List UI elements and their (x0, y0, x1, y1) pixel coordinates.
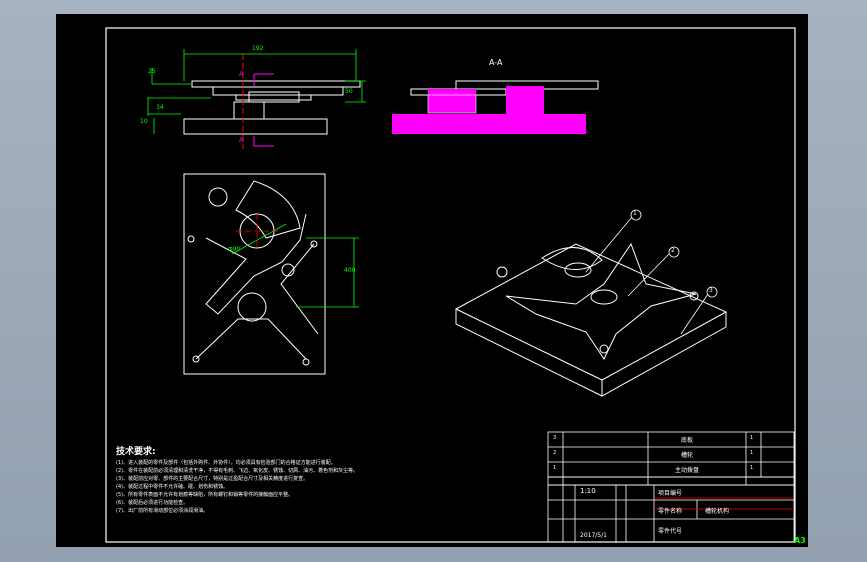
bom-header-row (547, 476, 795, 486)
balloon-3: 3 (709, 287, 713, 294)
sheet-size: A3 (794, 536, 806, 545)
date-value: 2017/5/1 (580, 532, 607, 539)
isometric-view (454, 242, 728, 397)
dim-top-width: 192 (252, 45, 264, 52)
section-marker-top: A (239, 70, 244, 78)
balloon-1: 1 (633, 210, 637, 217)
dim-left-mid: 34 (156, 104, 164, 111)
section-marker-bottom: A (239, 136, 244, 144)
tech-line-5: (5)、所有零件表面不允许有划痕等缺陷，所有螺钉和销等零件的接触面应平整。 (116, 492, 294, 498)
tech-line-3: (3)、装配前应对零、部件的主要配合尺寸，特别是过盈配合尺寸及相关精度进行复查。 (116, 476, 309, 482)
leader-lines (585, 209, 718, 335)
project-no-label: 项目编号 (658, 490, 683, 497)
plan-dimensions (231, 223, 359, 308)
bom-table (547, 431, 795, 478)
scale-value: 1:10 (580, 487, 596, 495)
section-label: A-A (489, 58, 503, 67)
dim-plan-diameter: Φ90 (228, 246, 241, 253)
bom-row-no: 2 (553, 450, 557, 456)
part-name-value: 槽轮机构 (705, 508, 730, 515)
dim-left-top: 25 (148, 68, 156, 75)
tech-line-4: (4)、装配过程中零件不允许磕、碰、划伤和锈蚀。 (116, 484, 229, 490)
part-name-label: 零件名称 (658, 508, 683, 515)
balloon-2: 2 (671, 247, 675, 254)
drawing-sheet: A-A A A 192 25 34 10 50 400 Φ90 1 2 3 技术… (56, 14, 808, 547)
bom-row-name: 槽轮 (681, 452, 694, 459)
bom-row-qty: 1 (750, 435, 754, 441)
plan-view (183, 173, 326, 375)
bom-row-no: 3 (553, 435, 557, 441)
section-aa-view (392, 80, 599, 134)
bom-row-name: 底板 (681, 437, 694, 444)
dim-plan-height: 400 (344, 267, 356, 274)
dim-right-height: 50 (345, 88, 353, 95)
front-view (183, 54, 361, 149)
bom-row-qty: 1 (750, 450, 754, 456)
bom-row-no: 1 (553, 465, 557, 471)
dim-left-low: 10 (140, 118, 148, 125)
bom-row-name: 主动拨盘 (675, 467, 700, 474)
tech-line-1: (1)、进入装配的零件及部件（包括外购件、外协件），均必须具有检验部门的合格证方… (116, 460, 336, 466)
tech-line-6: (6)、装配后必须进行功能检查。 (116, 500, 189, 506)
part-code-label: 零件代号 (658, 528, 683, 535)
bom-row-qty: 1 (750, 465, 754, 471)
tech-line-7: (7)、出厂前所有滑动部位必须涂润滑油。 (116, 508, 209, 514)
tech-line-2: (2)、零件在装配前必须清理和清洗干净，不得有毛刺、飞边、氧化皮、锈蚀、切屑、油… (116, 468, 359, 474)
tech-title: 技术要求: (116, 447, 156, 457)
